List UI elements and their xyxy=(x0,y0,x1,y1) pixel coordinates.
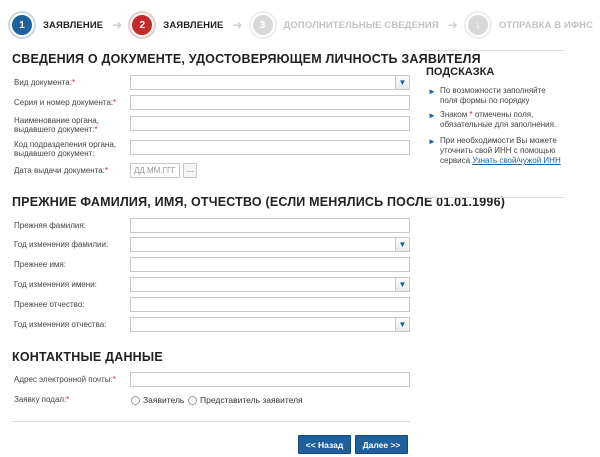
required-mark: * xyxy=(66,395,70,404)
arrow-right-icon: ➜ xyxy=(232,18,243,32)
row-name-year: Год изменения имени: ▼ xyxy=(12,277,410,292)
step-1: 1 Заявление ➜ xyxy=(10,13,122,37)
row-issue-date: Дата выдачи документа:* ДД.ММ.ГГГ ... xyxy=(12,163,410,178)
issuer-code-label: Код подразделения органа, выдавшего доку… xyxy=(14,140,116,158)
required-mark: * xyxy=(113,98,117,107)
required-mark: * xyxy=(71,78,76,87)
step-4-label: Отправка в ИФНС xyxy=(498,19,594,31)
arrow-right-icon: ➜ xyxy=(112,18,123,32)
form-divider xyxy=(12,421,410,422)
hint-item-order: ► По возможности заполняйте поля формы п… xyxy=(428,86,564,106)
download-arrow-icon: ↓ xyxy=(465,13,490,37)
row-patronymic-year: Год изменения отчества: ▼ xyxy=(12,317,410,332)
row-submitted-by: Заявку подал:* Заявитель Представитель з… xyxy=(12,393,410,407)
progress-stepper: 1 Заявление ➜ 2 Заявление ➜ 3 Дополнител… xyxy=(10,10,594,40)
doc-type-select[interactable]: ▼ xyxy=(130,75,410,90)
radio-representative-label: Представитель заявителя xyxy=(200,395,303,405)
hint-item-required: ► Знаком * отмечены поля, обязательные д… xyxy=(428,110,564,130)
submitted-by-label: Заявку подал:* xyxy=(14,395,70,404)
inn-service-link[interactable]: Узнать свой/чужой ИНН xyxy=(472,156,560,165)
radio-representative[interactable]: Представитель заявителя xyxy=(188,395,303,405)
step-2-label: Заявление xyxy=(163,19,224,31)
prev-name-label: Прежнее имя: xyxy=(14,260,66,269)
surname-year-select[interactable]: ▼ xyxy=(130,237,410,252)
doc-type-label: Вид документа:* xyxy=(14,78,76,87)
row-prev-name: Прежнее имя: xyxy=(12,257,410,272)
hint-divider xyxy=(424,50,564,51)
issue-date-input[interactable]: ДД.ММ.ГГГ xyxy=(130,163,180,178)
required-mark: * xyxy=(94,125,98,134)
chevron-down-icon[interactable]: ▼ xyxy=(395,318,409,331)
section-title-contacts: Контактные данные xyxy=(12,350,163,364)
row-series: Серия и номер документа:* xyxy=(12,95,410,110)
step-3-label: Дополнительные сведения xyxy=(283,19,439,31)
prev-name-input[interactable] xyxy=(130,257,410,272)
required-mark: * xyxy=(469,110,473,119)
row-issuer: Наименование органа, выдавшего документ:… xyxy=(12,115,410,135)
next-button[interactable]: Далее >> xyxy=(355,435,408,454)
required-mark: * xyxy=(112,375,116,384)
prev-patronymic-input[interactable] xyxy=(130,297,410,312)
chevron-down-icon[interactable]: ▼ xyxy=(395,238,409,251)
arrow-right-icon: ➜ xyxy=(447,18,458,32)
bullet-arrow-icon: ► xyxy=(428,111,436,120)
prev-patronymic-label: Прежнее отчество: xyxy=(14,300,85,309)
row-prev-patronymic: Прежнее отчество: xyxy=(12,297,410,312)
row-doc-type: Вид документа:* ▼ xyxy=(12,75,410,90)
step-1-number: 1 xyxy=(10,13,34,37)
name-year-select[interactable]: ▼ xyxy=(130,277,410,292)
hint-title: Подсказка xyxy=(426,66,495,78)
issue-date-label: Дата выдачи документа:* xyxy=(14,166,109,175)
name-year-label: Год изменения имени: xyxy=(14,280,97,289)
chevron-down-icon[interactable]: ▼ xyxy=(395,76,409,89)
back-button[interactable]: << Назад xyxy=(298,435,351,454)
step-4: ↓ Отправка в ИФНС xyxy=(465,13,594,37)
calendar-button[interactable]: ... xyxy=(183,163,197,178)
radio-circle-icon[interactable] xyxy=(131,395,140,405)
series-number-input[interactable] xyxy=(130,95,410,110)
issuer-code-input[interactable] xyxy=(130,140,410,155)
prev-surname-label: Прежняя фамилия: xyxy=(14,221,86,230)
chevron-down-icon[interactable]: ▼ xyxy=(395,278,409,291)
step-3-number: 3 xyxy=(250,13,275,37)
bullet-arrow-icon: ► xyxy=(428,137,436,146)
section-title-identity-document: Сведения о документе, удостоверяющем лич… xyxy=(12,52,481,66)
radio-applicant[interactable]: Заявитель xyxy=(131,395,184,405)
step-2: 2 Заявление ➜ xyxy=(130,13,243,37)
prev-surname-input[interactable] xyxy=(130,218,410,233)
row-prev-surname: Прежняя фамилия: xyxy=(12,218,410,233)
email-field[interactable] xyxy=(130,372,410,387)
patronymic-year-select[interactable]: ▼ xyxy=(130,317,410,332)
surname-year-label: Год изменения фамилии: xyxy=(14,240,109,249)
row-issuer-code: Код подразделения органа, выдавшего доку… xyxy=(12,139,410,159)
radio-applicant-label: Заявитель xyxy=(143,395,185,405)
series-label: Серия и номер документа:* xyxy=(14,98,117,107)
row-surname-year: Год изменения фамилии: ▼ xyxy=(12,237,410,252)
step-2-number: 2 xyxy=(130,13,155,37)
step-1-label: Заявление xyxy=(43,19,104,31)
hint-divider xyxy=(424,197,564,198)
hint-item-order-text: По возможности заполняйте поля формы по … xyxy=(440,86,546,105)
issuer-name-input[interactable] xyxy=(130,116,410,131)
radio-circle-icon[interactable] xyxy=(188,395,197,405)
row-email: Адрес электронной почты:* xyxy=(12,372,410,387)
patronymic-year-label: Год изменения отчества: xyxy=(14,320,107,329)
step-3: 3 Дополнительные сведения ➜ xyxy=(250,13,458,37)
email-label: Адрес электронной почты:* xyxy=(14,375,116,384)
bullet-arrow-icon: ► xyxy=(428,87,436,96)
required-mark: * xyxy=(104,166,109,175)
hint-item-inn: ► При необходимости Вы можете уточнить с… xyxy=(428,136,564,166)
hint-item-required-text-pre: Знаком xyxy=(440,110,468,119)
issuer-label: Наименование органа, выдавшего документ:… xyxy=(14,116,99,134)
